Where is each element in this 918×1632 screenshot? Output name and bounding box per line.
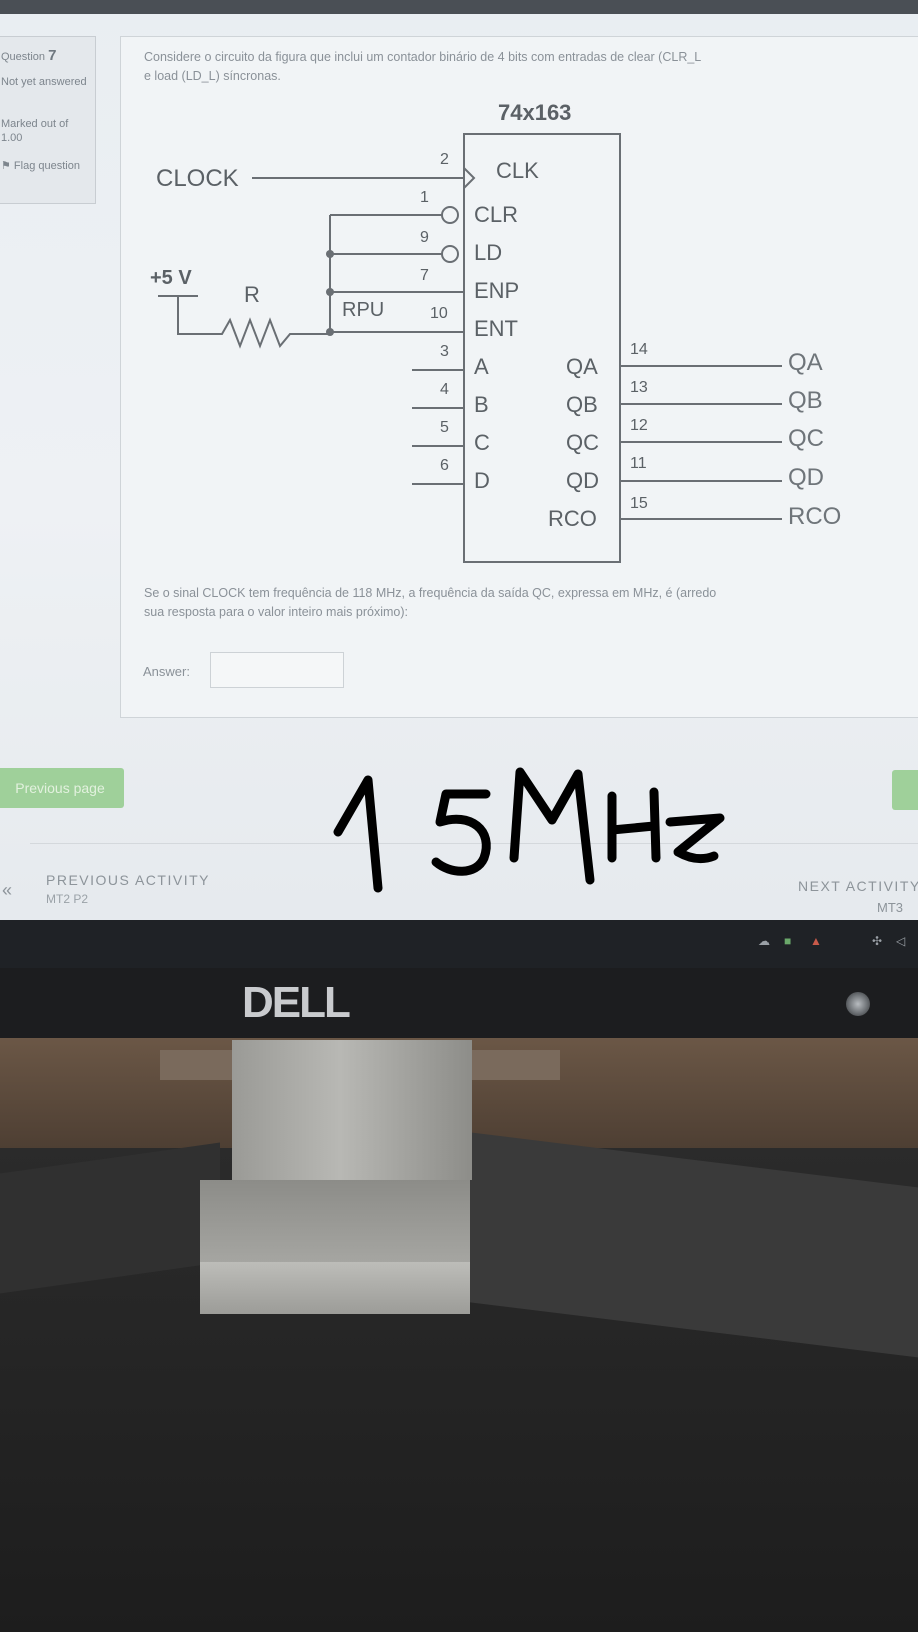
pin-number-ent: 10	[430, 305, 448, 322]
handwritten-letter-m	[509, 767, 595, 885]
volume-icon: ◁	[896, 934, 906, 948]
next-page-button[interactable]	[892, 770, 918, 810]
tray-icon: ☁	[758, 934, 770, 948]
tray-icon: ▲	[810, 934, 822, 948]
pin-number-clr: 1	[420, 189, 429, 206]
chip-name: 74x163	[498, 100, 571, 125]
pin-number-qb: 13	[630, 379, 648, 396]
previous-page-button[interactable]: Previous page	[0, 768, 124, 808]
handwritten-digit-5	[431, 789, 491, 876]
pin-name-enp: ENP	[474, 278, 519, 303]
pin-name-rco: RCO	[548, 506, 597, 531]
tray-icon: ■	[784, 934, 792, 948]
pin-name-b: B	[474, 392, 489, 417]
pin-name-qd: QD	[566, 468, 599, 493]
junction-dot	[326, 328, 334, 336]
pin-name-qb: QB	[566, 392, 598, 417]
pin-number-rco: 15	[630, 495, 648, 512]
taskbar	[0, 920, 918, 968]
signal-qa: QA	[788, 349, 823, 376]
previous-activity-link[interactable]: PREVIOUS ACTIVITY	[46, 872, 210, 888]
pin-name-qa: QA	[566, 354, 598, 379]
next-activity-name: MT3	[877, 900, 903, 915]
pin-number-c: 5	[440, 419, 449, 436]
pin-number-clk: 2	[440, 151, 449, 168]
chip-body	[463, 133, 621, 563]
pin-name-clr: CLR	[474, 202, 518, 227]
junction-dot	[326, 288, 334, 296]
signal-qd: QD	[788, 464, 824, 491]
pin-name-qc: QC	[566, 430, 599, 455]
next-activity-link[interactable]: NEXT ACTIVITY	[798, 878, 918, 894]
pin-name-ent: ENT	[474, 316, 518, 341]
monitor-stand-base	[200, 1180, 470, 1264]
resistor-label: R	[244, 282, 260, 307]
ld-inversion-bubble	[441, 245, 459, 263]
handwritten-letter-h	[607, 787, 661, 863]
pin-name-clk: CLK	[496, 158, 539, 183]
pin-name-c: C	[474, 430, 490, 455]
pin-number-b: 4	[440, 381, 449, 398]
clock-label: CLOCK	[156, 165, 239, 192]
chevron-left-icon: «	[2, 880, 13, 900]
divider	[30, 843, 918, 844]
clr-inversion-bubble	[441, 206, 459, 224]
question-prompt: Se o sinal CLOCK tem frequência de 118 M…	[144, 584, 918, 622]
pin-number-qa: 14	[630, 341, 648, 358]
network-icon: ✣	[872, 934, 883, 948]
signal-qc: QC	[788, 425, 824, 452]
pin-name-ld: LD	[474, 240, 502, 265]
monitor-stand-base-front	[200, 1262, 470, 1314]
previous-activity-name: MT2 P2	[46, 892, 89, 906]
question-text-line-3: Se o sinal CLOCK tem frequência de 118 M…	[144, 586, 717, 600]
circuit-diagram: 74x163 CLOCK +5 V R RPU CLK CLR LD ENP E…	[150, 100, 841, 563]
pin-name-a: A	[474, 354, 489, 379]
signal-rco: RCO	[788, 503, 841, 530]
power-button-icon	[846, 992, 870, 1016]
dell-logo: DELL	[242, 978, 351, 1027]
clk-edge-marker	[463, 167, 476, 189]
pin-number-qd: 11	[630, 455, 647, 472]
junction-dot	[326, 250, 334, 258]
monitor-bezel	[0, 968, 918, 1038]
handwritten-letter-z	[665, 813, 725, 864]
pin-number-enp: 7	[420, 267, 429, 284]
answer-label: Answer:	[143, 664, 190, 679]
rpu-label: RPU	[342, 299, 384, 321]
pin-number-d: 6	[440, 457, 449, 474]
signal-qb: QB	[788, 387, 823, 414]
question-text-line-4: sua resposta para o valor inteiro mais p…	[144, 605, 409, 619]
supply-label: +5 V	[150, 267, 192, 289]
monitor-stand-neck	[232, 1040, 472, 1180]
handwritten-digit-1	[333, 775, 383, 893]
answer-input[interactable]	[210, 652, 344, 688]
pin-name-d: D	[474, 468, 490, 493]
pin-number-qc: 12	[630, 417, 648, 434]
monitor-screen: Question 7 Not yet answered Marked out o…	[0, 0, 918, 920]
pin-number-a: 3	[440, 343, 449, 360]
pin-number-ld: 9	[420, 229, 429, 246]
